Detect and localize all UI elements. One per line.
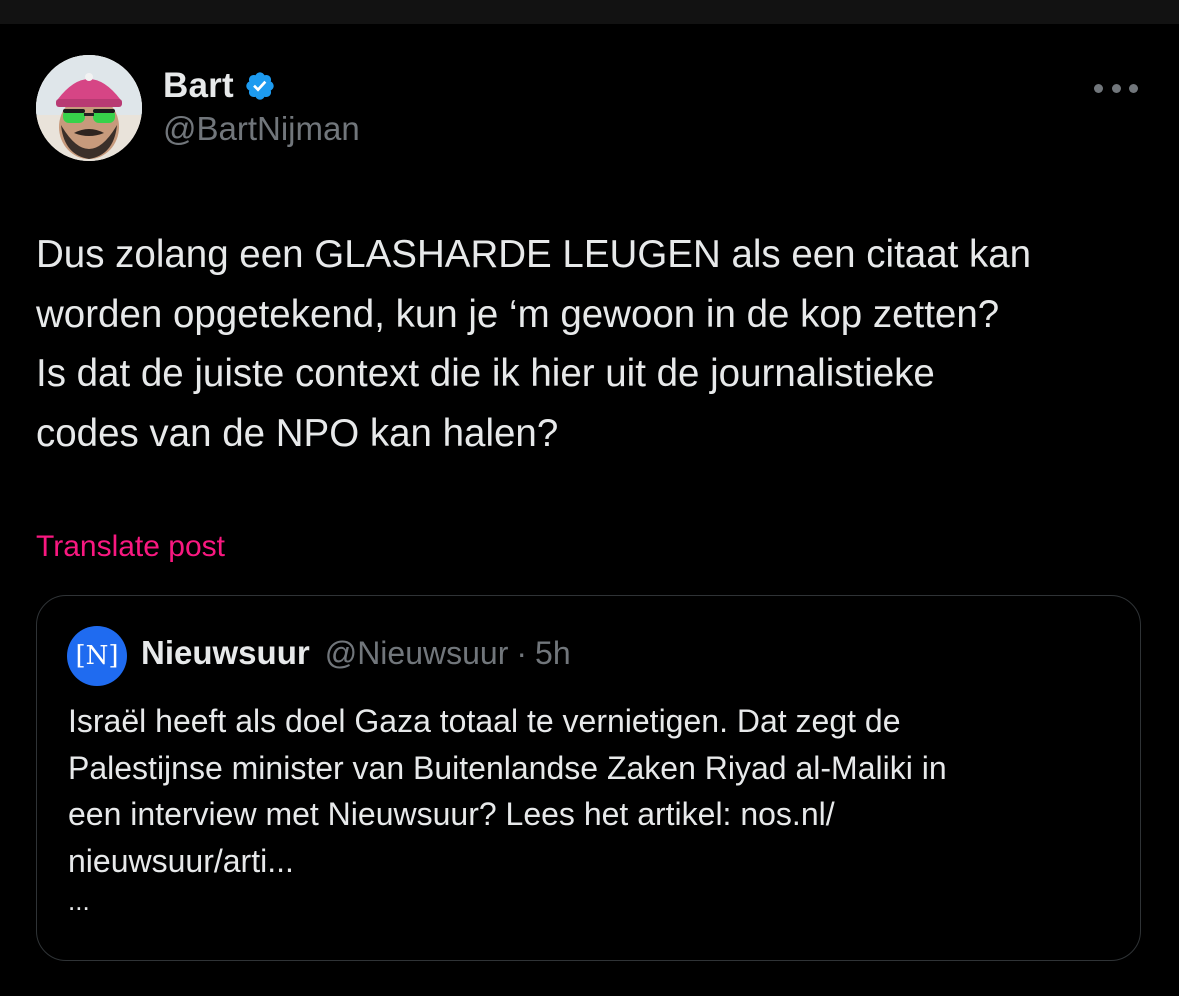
more-dot [1094, 83, 1103, 93]
quoted-ellipsis: ... [68, 886, 90, 916]
more-dot [1111, 83, 1121, 93]
avatar[interactable] [36, 55, 142, 161]
quoted-handle[interactable]: @Nieuwsuur [325, 635, 509, 672]
quoted-avatar[interactable]: [N] [67, 626, 127, 686]
author-name-row: Bart [163, 66, 276, 106]
quoted-header: Nieuwsuur @Nieuwsuur · 5h [141, 634, 571, 672]
translate-post-link[interactable]: Translate post [36, 530, 225, 564]
quoted-post-text: Israël heeft als doel Gaza totaal te ver… [68, 703, 947, 879]
post-text: Dus zolang een GLASHARDE LEUGEN als een … [36, 233, 1032, 455]
more-dot [1129, 83, 1138, 93]
author-display-name[interactable]: Bart [163, 66, 234, 106]
author-handle[interactable]: @BartNijman [163, 110, 360, 148]
post: Bart @BartNijman Dus zolang een GLASHARD… [0, 24, 1179, 996]
quoted-post-card[interactable]: [N] Nieuwsuur @Nieuwsuur · 5h Israël hee… [36, 595, 1141, 961]
verified-badge-icon[interactable] [244, 70, 276, 102]
quoted-timestamp[interactable]: 5h [535, 635, 571, 672]
more-horizontal-icon[interactable] [1094, 80, 1138, 96]
quoted-display-name[interactable]: Nieuwsuur [141, 634, 310, 672]
quoted-separator: · [516, 635, 528, 671]
status-bar [0, 0, 1179, 24]
avatar-image [36, 55, 142, 161]
